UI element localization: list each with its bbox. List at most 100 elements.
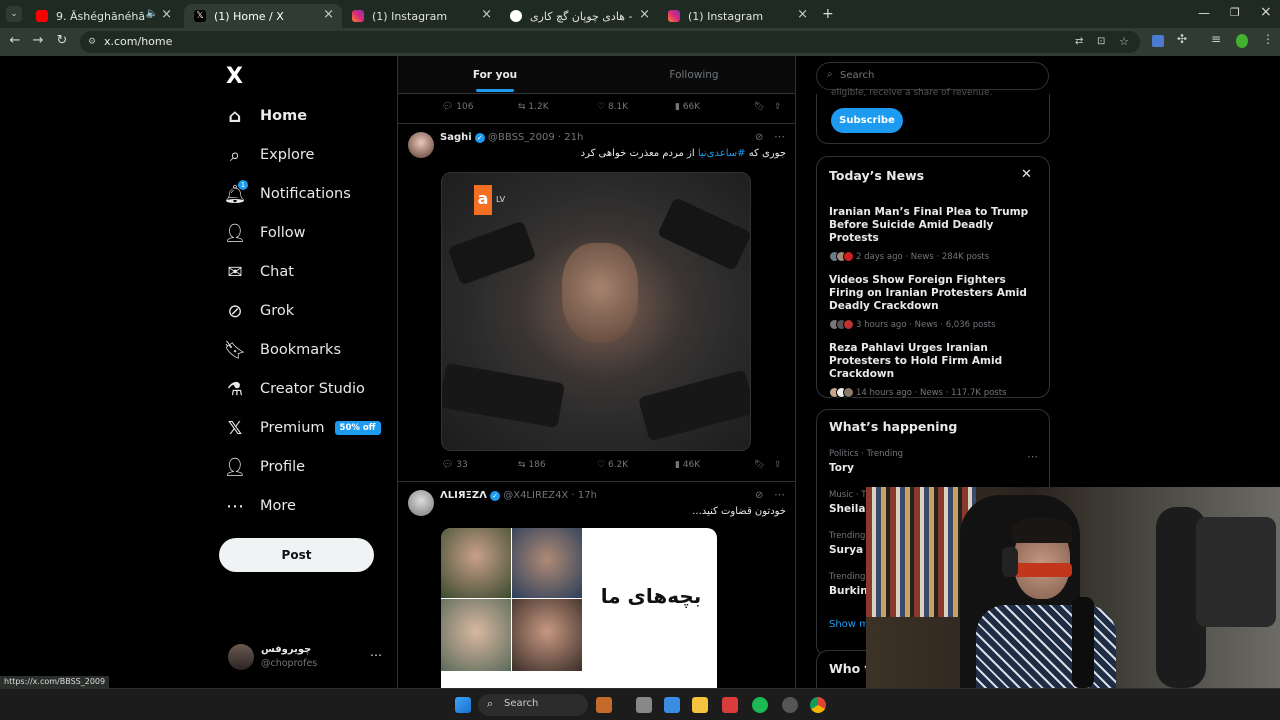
minimize-button[interactable]: — — [1198, 6, 1210, 20]
more-dots-icon[interactable]: ⋯ — [370, 648, 382, 662]
close-icon[interactable]: × — [323, 7, 334, 22]
news-item[interactable]: Videos Show Foreign Fighters Firing on I… — [829, 274, 1043, 330]
browser-tab-google-search[interactable]: هادی چوپان گچ کاری - Search × — [500, 4, 658, 28]
bookmark-button[interactable]: 🔖︎ — [754, 460, 765, 470]
post-media-image[interactable]: بچه‌های ما — [441, 528, 717, 688]
close-icon[interactable]: × — [481, 7, 492, 22]
nav-notifications[interactable]: 🔔︎ 1 Notifications — [224, 180, 351, 208]
more-dots-icon[interactable]: ⋯ — [774, 488, 785, 501]
media-control-icon[interactable]: ≡ — [1211, 32, 1221, 46]
kebab-menu-icon[interactable]: ⋮ — [1262, 32, 1274, 46]
nav-creator-studio[interactable]: ⚗ Creator Studio — [224, 375, 365, 403]
search-placeholder: Search — [840, 70, 875, 81]
news-meta: 14 hours ago · News · 117.7K posts — [856, 387, 1007, 398]
extensions-puzzle-icon[interactable]: ✣ — [1177, 32, 1187, 46]
close-icon[interactable]: × — [161, 7, 172, 22]
forward-icon[interactable]: → — [29, 33, 47, 48]
post-saghi[interactable]: Saghi ✓ @BBSS_2009 · 21h ⊘ ⋯ جوری که #سا… — [398, 124, 795, 480]
store-icon[interactable] — [664, 697, 680, 713]
bell-icon: 🔔︎ 1 — [223, 180, 248, 205]
translate-icon[interactable]: ⇄ — [1075, 31, 1083, 53]
site-info-icon[interactable]: ⚙ — [88, 31, 96, 53]
spotify-icon[interactable] — [752, 697, 768, 713]
grok-icon[interactable]: ⊘ — [755, 490, 763, 501]
new-tab-button[interactable]: + — [822, 6, 834, 22]
bookmark-star-icon[interactable]: ☆ — [1119, 31, 1129, 53]
news-item[interactable]: Iranian Man’s Final Plea to Trump Before… — [829, 206, 1043, 262]
grok-icon[interactable]: ⊘ — [755, 132, 763, 143]
chrome-icon[interactable] — [810, 697, 826, 713]
who-to-follow-title: Who t — [829, 661, 871, 676]
views-indicator[interactable]: ▮ 46K — [675, 460, 700, 470]
reload-icon[interactable]: ↻ — [53, 33, 71, 48]
search-input[interactable]: ⌕ Search — [816, 62, 1049, 90]
more-dots-icon[interactable]: ⋯ — [774, 130, 785, 143]
trend-item[interactable]: Politics · Trending Tory — [829, 449, 1039, 474]
more-dots-icon[interactable]: ⋯ — [1027, 450, 1038, 463]
author-name[interactable]: ΛLIЯΞZΛ — [440, 490, 487, 501]
person-icon: 👤︎ — [223, 456, 247, 478]
like-button[interactable]: ♡ 6.2K — [597, 460, 628, 470]
browser-tab-instagram-1[interactable]: (1) Instagram × — [342, 4, 500, 28]
browser-tab-music[interactable]: 9. Āshéghānéhā - عاشقانه‌ها 🔈 × — [26, 4, 180, 28]
widgets-icon[interactable] — [596, 697, 612, 713]
author-handle[interactable]: @X4LIREZ4X — [503, 490, 568, 501]
nav-grok[interactable]: ⊘ Grok — [224, 297, 294, 325]
install-icon[interactable]: ⊡ — [1097, 31, 1105, 53]
restore-button[interactable]: ❐ — [1230, 6, 1240, 19]
nav-chat[interactable]: ✉ Chat — [224, 258, 293, 286]
taskbar-search[interactable]: ⌕ Search — [478, 694, 588, 716]
like-button[interactable]: ♡ 8.1K — [597, 102, 628, 112]
tab-following[interactable]: Following — [592, 56, 795, 94]
post-media-image[interactable]: a LV — [441, 172, 751, 451]
bookmark-button[interactable]: 🔖︎ — [754, 102, 765, 112]
nav-follow[interactable]: 👤︎ Follow — [224, 219, 306, 247]
hashtag-link[interactable]: #ساعدی‌نیا — [698, 148, 746, 159]
url-text: x.com/home — [104, 35, 173, 48]
app-icon[interactable] — [722, 697, 738, 713]
windows-start-icon[interactable] — [455, 697, 471, 713]
subscribe-button[interactable]: Subscribe — [831, 108, 903, 133]
file-explorer-icon[interactable] — [692, 697, 708, 713]
post-button[interactable]: Post — [219, 538, 374, 572]
news-item[interactable]: Reza Pahlavi Urges Iranian Protesters to… — [829, 342, 1043, 398]
share-button[interactable]: ⇪ — [774, 102, 782, 112]
post-alireza[interactable]: ΛLIЯΞZΛ ✓ @X4LIREZ4X · 17h ⊘ ⋯ خودتون قض… — [398, 482, 795, 688]
close-icon[interactable]: ✕ — [1021, 167, 1032, 182]
nav-profile[interactable]: 👤︎ Profile — [223, 453, 306, 481]
close-window-button[interactable]: × — [1260, 4, 1272, 20]
webcam-overlay — [866, 487, 1280, 688]
avatar[interactable] — [408, 490, 434, 516]
avatar[interactable] — [408, 132, 434, 158]
close-icon[interactable]: × — [639, 7, 650, 22]
repost-button[interactable]: ⇆ 1.2K — [518, 102, 549, 112]
repost-button[interactable]: ⇆ 186 — [518, 460, 546, 470]
nav-bookmarks[interactable]: 🔖︎ Bookmarks — [224, 336, 341, 364]
app-icon[interactable] — [782, 697, 798, 713]
browser-tab-instagram-2[interactable]: (1) Instagram × — [658, 4, 816, 28]
back-icon[interactable]: ← — [6, 33, 24, 48]
nav-premium[interactable]: 𝕏 Premium 50% off — [224, 414, 381, 442]
views-indicator[interactable]: ▮ 66K — [675, 102, 700, 112]
author-name[interactable]: Saghi — [440, 132, 472, 143]
speaker-icon[interactable]: 🔈 — [146, 8, 158, 19]
nav-home[interactable]: ⌂ Home — [224, 102, 308, 130]
reply-count: 106 — [456, 102, 474, 112]
nav-more[interactable]: ⋯ More — [224, 492, 296, 520]
extension-icon[interactable] — [1152, 35, 1164, 47]
reply-button[interactable]: 💬︎ 33 — [442, 460, 468, 470]
task-view-icon[interactable] — [636, 697, 652, 713]
share-button[interactable]: ⇪ — [774, 460, 782, 470]
post-time[interactable]: 21h — [564, 132, 583, 143]
post-time[interactable]: 17h — [578, 490, 597, 501]
author-handle[interactable]: @BBSS_2009 — [488, 132, 555, 143]
reply-button[interactable]: 💬︎ 106 — [442, 102, 473, 112]
nav-explore[interactable]: ⌕ Explore — [224, 141, 314, 169]
browser-tab-x-home[interactable]: 𝕏 (1) Home / X × — [184, 4, 342, 28]
account-switcher[interactable]: چویروفس @choprofes ⋯ — [224, 642, 386, 674]
x-logo[interactable]: X — [226, 64, 243, 89]
profile-icon[interactable] — [1236, 34, 1248, 48]
tab-search-button[interactable]: ⌄ — [6, 6, 22, 22]
address-bar[interactable]: ⚙ x.com/home ⇄ ⊡ ☆ — [80, 31, 1140, 53]
close-icon[interactable]: × — [797, 7, 808, 22]
